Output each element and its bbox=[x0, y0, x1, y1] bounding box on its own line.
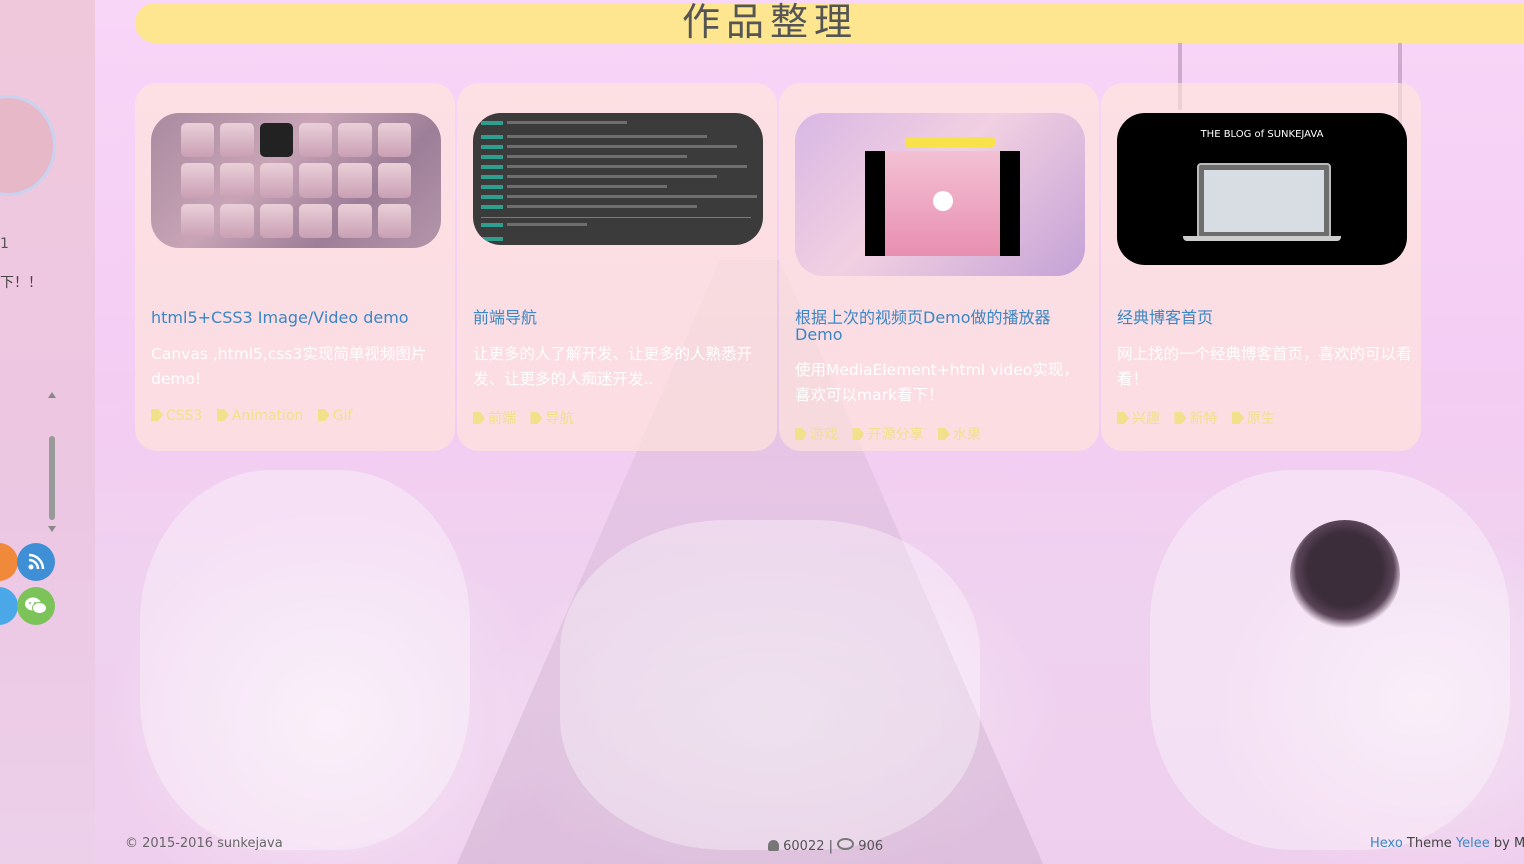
view-count: 906 bbox=[858, 839, 884, 854]
card-description: 让更多的人了解开发、让更多的人熟悉开发、让更多的人痴迷开发.. bbox=[473, 345, 753, 388]
theme-word: Theme bbox=[1402, 836, 1456, 851]
sidebar-partial-text: 下！！ bbox=[0, 275, 42, 291]
eye-icon bbox=[837, 838, 855, 850]
card-thumbnail[interactable] bbox=[151, 113, 441, 248]
avatar[interactable] bbox=[0, 95, 56, 196]
footer-copyright: © 2015-2016 sunkejava bbox=[125, 836, 283, 851]
tag-icon bbox=[151, 409, 163, 421]
tag-link[interactable]: Gif bbox=[317, 408, 352, 424]
card-title[interactable]: 根据上次的视频页Demo做的播放器Demo bbox=[795, 309, 1085, 343]
social-partial-icon[interactable] bbox=[0, 543, 18, 581]
scroll-down-arrow-icon[interactable] bbox=[48, 526, 56, 532]
hat-decoration bbox=[1290, 520, 1400, 630]
work-card[interactable]: 根据上次的视频页Demo做的播放器Demo 使用MediaElement+htm… bbox=[779, 83, 1099, 451]
social-partial-icon[interactable] bbox=[0, 587, 18, 625]
theme-link[interactable]: Yelee bbox=[1456, 836, 1490, 851]
author-text: by MO bbox=[1493, 836, 1524, 851]
left-sidebar: 1 下！！ bbox=[0, 0, 95, 864]
scroll-thumb[interactable] bbox=[49, 436, 55, 520]
tag-icon bbox=[1231, 412, 1244, 424]
card-title[interactable]: html5+CSS3 Image/Video demo bbox=[151, 309, 441, 326]
tag-icon bbox=[317, 409, 330, 421]
user-icon bbox=[768, 840, 779, 851]
tag-link[interactable]: 前端 bbox=[473, 408, 516, 428]
tag-link[interactable]: 兴趣 bbox=[1117, 408, 1160, 428]
hexo-link[interactable]: Hexo bbox=[1370, 836, 1403, 851]
thumbnail-blog-title: THE BLOG of SUNKEJAVA bbox=[1200, 129, 1324, 140]
work-card[interactable]: html5+CSS3 Image/Video demo Canvas ,html… bbox=[135, 83, 455, 451]
card-tags: CSS3 Animation Gif bbox=[151, 408, 451, 424]
tag-icon bbox=[216, 409, 229, 421]
card-description: 网上找的一个经典博客首页，喜欢的可以看看！ bbox=[1117, 345, 1412, 388]
sidebar-partial-mark: 1 bbox=[0, 236, 9, 252]
card-title[interactable]: 经典博客首页 bbox=[1117, 309, 1407, 326]
rss-icon[interactable] bbox=[17, 543, 55, 581]
tag-icon bbox=[1174, 412, 1187, 424]
tag-link[interactable]: 导航 bbox=[530, 408, 573, 428]
figure-decoration bbox=[140, 470, 470, 850]
tag-icon bbox=[530, 412, 543, 424]
tag-icon bbox=[937, 428, 950, 440]
tag-icon bbox=[1117, 412, 1129, 424]
card-thumbnail[interactable] bbox=[473, 113, 763, 245]
tag-link[interactable]: 原生 bbox=[1231, 408, 1275, 428]
tag-link[interactable]: 开源分享 bbox=[852, 424, 923, 444]
footer-stats: 60022 | 906 bbox=[768, 838, 883, 854]
tag-icon bbox=[852, 428, 865, 440]
card-tags: 前端 导航 bbox=[473, 408, 773, 428]
tag-link[interactable]: Animation bbox=[216, 408, 303, 424]
card-thumbnail[interactable] bbox=[795, 113, 1085, 276]
tag-icon bbox=[473, 412, 485, 424]
card-description: Canvas ,html5,css3实现简单视频图片demo! bbox=[151, 345, 427, 388]
scroll-up-arrow-icon[interactable] bbox=[48, 392, 56, 398]
tag-link[interactable]: 水果 bbox=[937, 424, 981, 444]
card-thumbnail[interactable]: THE BLOG of SUNKEJAVA bbox=[1117, 113, 1407, 265]
figure-decoration bbox=[560, 520, 980, 850]
tag-link[interactable]: CSS3 bbox=[151, 408, 202, 424]
card-tags: 游戏 开源分享 水果 bbox=[795, 424, 1095, 444]
wechat-icon[interactable] bbox=[17, 587, 55, 625]
card-title[interactable]: 前端导航 bbox=[473, 309, 763, 326]
tag-link[interactable]: 游戏 bbox=[795, 424, 838, 444]
tag-link[interactable]: 新特 bbox=[1174, 408, 1217, 428]
play-icon bbox=[933, 191, 953, 211]
card-tags: 兴趣 新特 原生 bbox=[1117, 408, 1417, 428]
sidebar-scrollbar[interactable] bbox=[48, 392, 58, 532]
footer-credits: Hexo Theme Yelee by MO bbox=[1370, 836, 1524, 851]
visitor-count: 60022 bbox=[783, 839, 825, 854]
tag-icon bbox=[795, 428, 807, 440]
work-card[interactable]: THE BLOG of SUNKEJAVA 经典博客首页 网上找的一个经典博客首… bbox=[1101, 83, 1421, 451]
card-description: 使用MediaElement+html video实现，喜欢可以mark看下！ bbox=[795, 361, 1079, 404]
page-title: 作品整理 bbox=[681, 0, 858, 44]
work-card[interactable]: 前端导航 让更多的人了解开发、让更多的人熟悉开发、让更多的人痴迷开发.. 前端 … bbox=[457, 83, 777, 451]
